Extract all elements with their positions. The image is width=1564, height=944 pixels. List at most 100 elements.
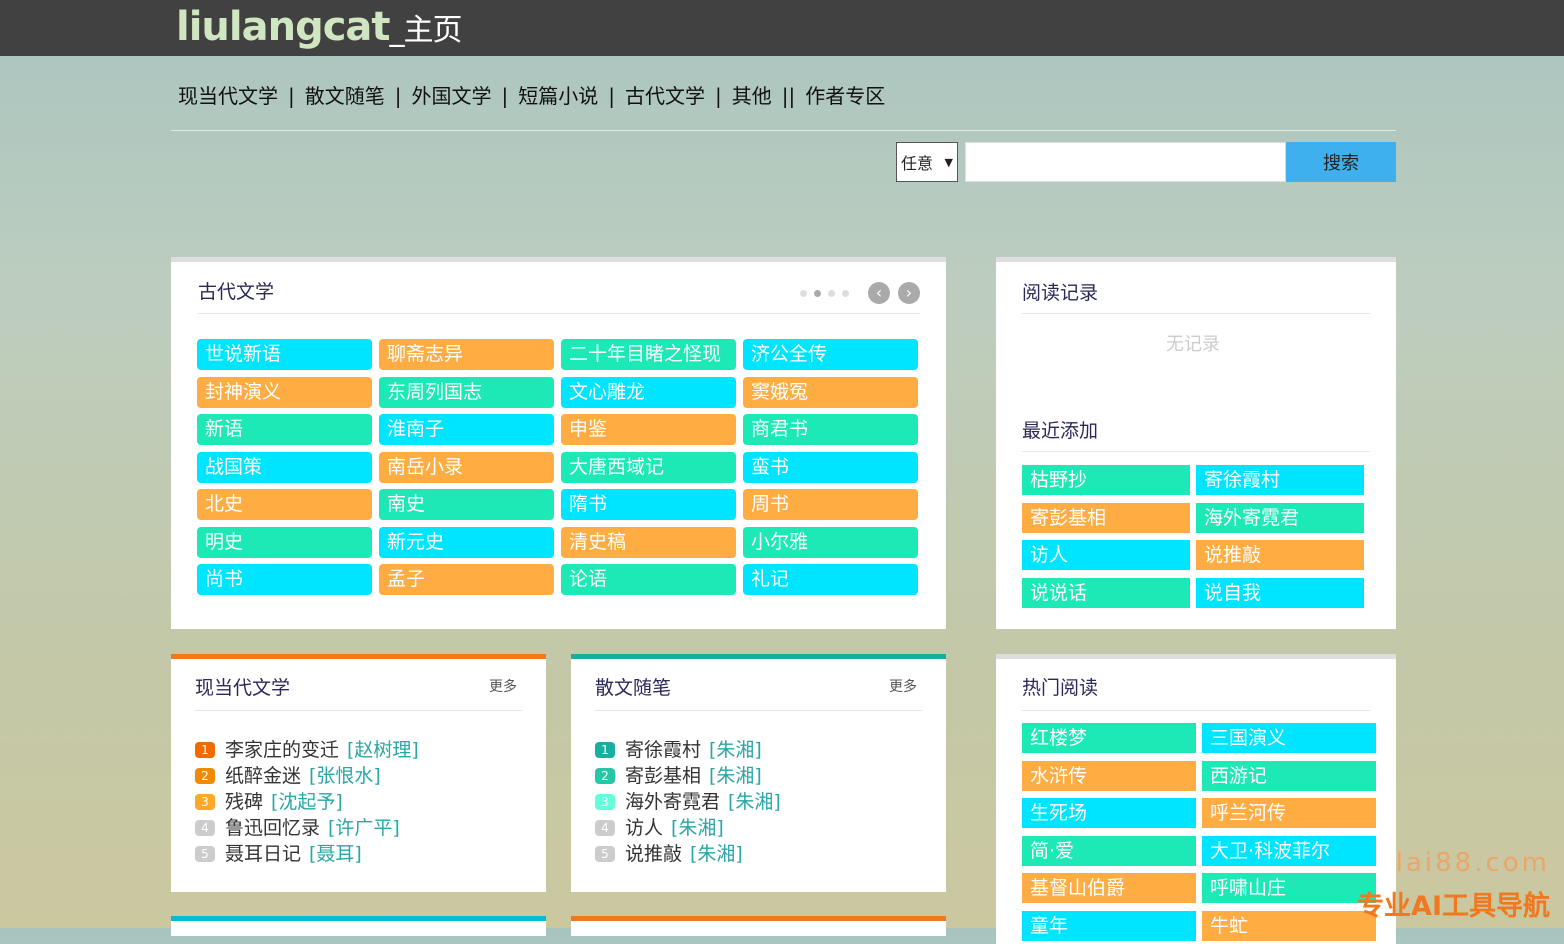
book-author[interactable]: [朱湘] xyxy=(709,737,762,763)
ancient-book-tag[interactable]: 清史稿 xyxy=(561,526,736,558)
book-author[interactable]: [朱湘] xyxy=(709,763,762,789)
ancient-book-tag[interactable]: 小尔雅 xyxy=(743,526,918,558)
hot-book-tag[interactable]: 简·爱 xyxy=(1022,835,1196,866)
recent-book-tag[interactable]: 寄彭基相 xyxy=(1022,502,1190,533)
ancient-book-tag[interactable]: 聊斋志异 xyxy=(379,339,554,370)
list-item[interactable]: 3 海外寄霓君 [朱湘] xyxy=(595,789,781,815)
search-button[interactable]: 搜索 xyxy=(1286,142,1396,182)
book-title[interactable]: 聂耳日记 xyxy=(225,841,301,867)
ancient-book-tag[interactable]: 封神演义 xyxy=(197,376,372,408)
list-item[interactable]: 4 访人 [朱湘] xyxy=(595,815,781,841)
ancient-book-tag[interactable]: 战国策 xyxy=(197,451,372,483)
recent-book-tag[interactable]: 说推敲 xyxy=(1196,540,1364,570)
list-item[interactable]: 1 寄徐霞村 [朱湘] xyxy=(595,737,781,763)
recent-book-tag[interactable]: 说自我 xyxy=(1196,577,1364,608)
ancient-book-tag[interactable]: 商君书 xyxy=(743,414,918,445)
carousel-dot[interactable] xyxy=(814,290,821,297)
nav-item[interactable]: 外国文学 xyxy=(412,84,492,108)
ancient-book-tag[interactable]: 北史 xyxy=(197,489,372,520)
recent-book-tag[interactable]: 海外寄霓君 xyxy=(1196,502,1364,533)
ancient-book-tag[interactable]: 文心雕龙 xyxy=(561,376,736,408)
book-author[interactable]: [朱湘] xyxy=(690,841,743,867)
ancient-book-tag[interactable]: 南史 xyxy=(379,489,554,520)
book-title[interactable]: 寄彭基相 xyxy=(625,763,701,789)
hot-book-tag[interactable]: 童年 xyxy=(1022,910,1196,941)
ancient-book-tag[interactable]: 礼记 xyxy=(743,564,918,595)
ancient-book-tag[interactable]: 新元史 xyxy=(379,526,554,558)
book-author[interactable]: [许广平] xyxy=(328,815,400,841)
ancient-book-tag[interactable]: 淮南子 xyxy=(379,414,554,445)
book-author[interactable]: [朱湘] xyxy=(728,789,781,815)
list-item[interactable]: 4 鲁迅回忆录 [许广平] xyxy=(195,815,419,841)
hot-tag-grid: 红楼梦 三国演义 水浒传 西游记 生死场 呼兰河传 简·爱 大卫·科波菲尔 基督山伯爵 呼啸山庄童… xyxy=(1022,723,1376,941)
essay-more-link[interactable]: 更多 xyxy=(889,676,917,696)
ancient-book-tag[interactable]: 论语 xyxy=(561,564,736,595)
nav-item[interactable]: 其他 xyxy=(732,84,772,108)
nav-item[interactable]: 古代文学 xyxy=(625,84,705,108)
recent-book-tag[interactable]: 寄徐霞村 xyxy=(1196,465,1364,495)
site-brand[interactable]: liulangcat_主页 xyxy=(176,4,463,50)
hot-book-tag[interactable]: 大卫·科波菲尔 xyxy=(1202,835,1376,866)
ancient-book-tag[interactable]: 蛮书 xyxy=(743,451,918,483)
book-author[interactable]: [赵树理] xyxy=(347,737,419,763)
list-item[interactable]: 1 李家庄的变迁 [赵树理] xyxy=(195,737,419,763)
ancient-book-tag[interactable]: 申鉴 xyxy=(561,414,736,445)
book-title[interactable]: 访人 xyxy=(625,815,663,841)
search-scope-select[interactable]: 任意 ▼ xyxy=(896,142,958,182)
prev-arrow-icon[interactable]: ‹ xyxy=(868,282,890,304)
recent-book-tag[interactable]: 访人 xyxy=(1022,540,1190,570)
hot-book-tag[interactable]: 呼兰河传 xyxy=(1202,798,1376,828)
ancient-book-tag[interactable]: 南岳小录 xyxy=(379,451,554,483)
ancient-book-tag[interactable]: 大唐西域记 xyxy=(561,451,736,483)
ancient-book-tag[interactable]: 隋书 xyxy=(561,489,736,520)
book-author[interactable]: [张恨水] xyxy=(309,763,381,789)
hot-book-tag[interactable]: 呼啸山庄 xyxy=(1202,873,1376,903)
book-title[interactable]: 海外寄霓君 xyxy=(625,789,720,815)
ancient-book-tag[interactable]: 世说新语 xyxy=(197,339,372,370)
book-author[interactable]: [朱湘] xyxy=(671,815,724,841)
recent-book-tag[interactable]: 说说话 xyxy=(1022,577,1190,608)
list-item[interactable]: 3 残碑 [沈起予] xyxy=(195,789,419,815)
ancient-book-tag[interactable]: 新语 xyxy=(197,414,372,445)
ancient-book-tag[interactable]: 二十年目睹之怪现 xyxy=(561,339,736,370)
ancient-book-tag[interactable]: 明史 xyxy=(197,526,372,558)
carousel-dot[interactable] xyxy=(828,290,835,297)
next-arrow-icon[interactable]: › xyxy=(898,282,920,304)
ancient-book-tag[interactable]: 尚书 xyxy=(197,564,372,595)
ancient-book-tag[interactable]: 周书 xyxy=(743,489,918,520)
carousel-dot[interactable] xyxy=(842,290,849,297)
essay-panel-title: 散文随笔 xyxy=(595,677,672,699)
search-input[interactable] xyxy=(965,142,1286,182)
book-title[interactable]: 寄徐霞村 xyxy=(625,737,701,763)
book-author[interactable]: [聂耳] xyxy=(309,841,362,867)
book-author[interactable]: [沈起予] xyxy=(271,789,343,815)
hot-book-tag[interactable]: 三国演义 xyxy=(1202,723,1376,753)
hot-book-tag[interactable]: 红楼梦 xyxy=(1022,723,1196,753)
list-item[interactable]: 2 寄彭基相 [朱湘] xyxy=(595,763,781,789)
ancient-book-tag[interactable]: 济公全传 xyxy=(743,339,918,370)
hot-book-tag[interactable]: 西游记 xyxy=(1202,760,1376,791)
hot-book-tag[interactable]: 基督山伯爵 xyxy=(1022,873,1196,903)
book-title[interactable]: 鲁迅回忆录 xyxy=(225,815,320,841)
book-title[interactable]: 残碑 xyxy=(225,789,263,815)
list-item[interactable]: 5 说推敲 [朱湘] xyxy=(595,841,781,867)
list-item[interactable]: 5 聂耳日记 [聂耳] xyxy=(195,841,419,867)
nav-item[interactable]: 短篇小说 xyxy=(518,84,598,108)
list-item[interactable]: 2 纸醉金迷 [张恨水] xyxy=(195,763,419,789)
hot-book-tag[interactable]: 水浒传 xyxy=(1022,760,1196,791)
ancient-tag-grid: 世说新语 聊斋志异 二十年目睹之怪现 济公全传封神演义 东周列国志 文心雕龙 窦娥冤新语 淮南… xyxy=(197,339,920,595)
modern-more-link[interactable]: 更多 xyxy=(489,676,517,696)
book-title[interactable]: 纸醉金迷 xyxy=(225,763,301,789)
ancient-book-tag[interactable]: 孟子 xyxy=(379,564,554,595)
nav-item[interactable]: 现当代文学 xyxy=(178,84,278,108)
recent-book-tag[interactable]: 枯野抄 xyxy=(1022,465,1190,495)
nav-item-author[interactable]: 作者专区 xyxy=(805,84,885,108)
hot-book-tag[interactable]: 生死场 xyxy=(1022,798,1196,828)
book-title[interactable]: 李家庄的变迁 xyxy=(225,737,339,763)
carousel-dot[interactable] xyxy=(800,290,807,297)
ancient-book-tag[interactable]: 东周列国志 xyxy=(379,376,554,408)
nav-item[interactable]: 散文随笔 xyxy=(305,84,385,108)
book-title[interactable]: 说推敲 xyxy=(625,841,682,867)
ancient-book-tag[interactable]: 窦娥冤 xyxy=(743,376,918,408)
hot-book-tag[interactable]: 牛虻 xyxy=(1202,910,1376,941)
